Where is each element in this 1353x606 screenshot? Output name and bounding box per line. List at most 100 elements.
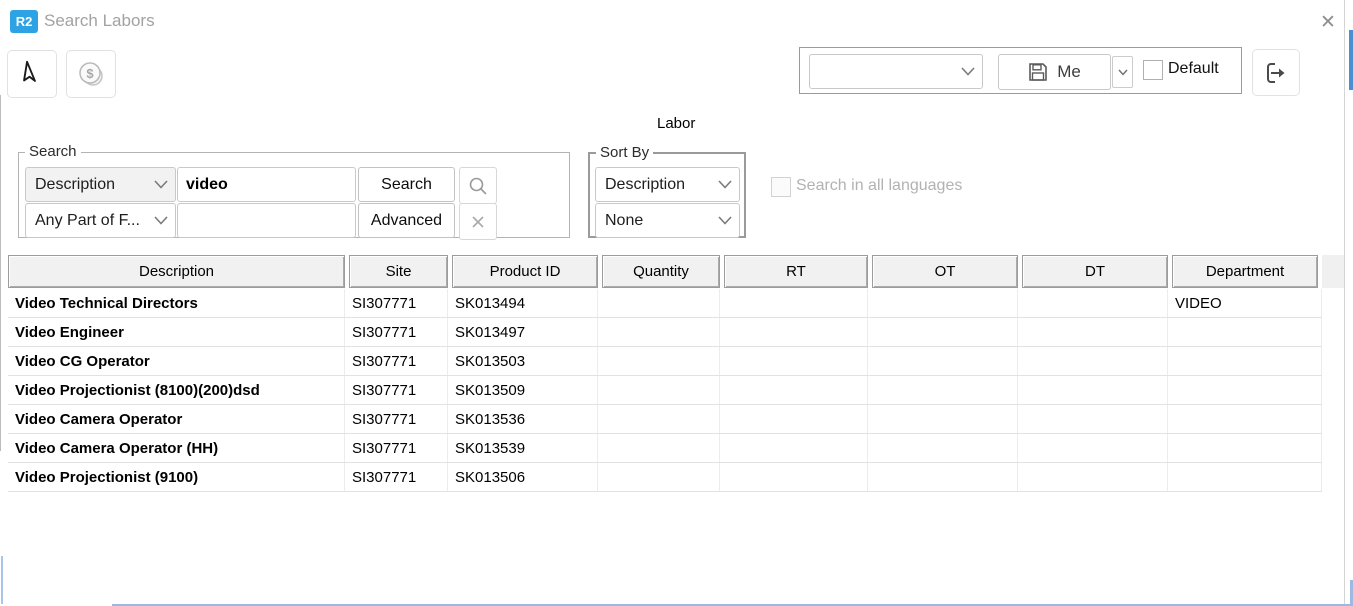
advanced-button[interactable]: Advanced [358,203,455,238]
cell-rt [720,376,868,404]
search-field-combo-value: Description [35,176,115,194]
table-row[interactable]: Video EngineerSI307771SK013497 [8,318,1322,347]
cell-product-id: SK013494 [448,289,598,317]
cell-description: Video Projectionist (8100)(200)dsd [8,376,345,404]
close-icon[interactable]: ✕ [1316,10,1340,34]
secondary-sort-combo[interactable]: None [595,203,740,238]
cell-rt [720,463,868,491]
cell-ot [868,376,1018,404]
cell-ot [868,347,1018,375]
search-input[interactable] [177,167,356,202]
sortby-groupbox-label: Sort By [596,144,653,161]
cell-site: SI307771 [345,463,448,491]
background-window-edge [1349,30,1353,90]
cell-site: SI307771 [345,318,448,346]
labor-table: Video Technical DirectorsSI307771SK01349… [8,289,1322,492]
column-header-quantity[interactable]: Quantity [602,255,720,288]
primary-sort-combo[interactable]: Description [595,167,740,202]
column-header-rt[interactable]: RT [724,255,868,288]
search-button[interactable]: Search [358,167,455,202]
background-window-edge [1,556,3,604]
cell-department: VIDEO [1168,289,1322,317]
x-icon [471,215,485,229]
secondary-sort-combo-value: None [605,212,643,230]
find-button[interactable] [459,167,497,204]
column-header-department[interactable]: Department [1172,255,1318,288]
table-row[interactable]: Video Projectionist (8100)(200)dsdSI3077… [8,376,1322,405]
cell-department [1168,463,1322,491]
floppy-disk-icon [1028,62,1048,82]
table-header-filler [1322,255,1344,288]
chevron-down-icon [718,216,732,225]
chevron-down-icon [718,180,732,189]
table-row[interactable]: Video Camera Operator (HH)SI307771SK0135… [8,434,1322,463]
chevron-down-icon [1118,69,1128,76]
labor-table-header: DescriptionSiteProduct IDQuantityRTOTDTD… [8,255,1318,288]
cell-department [1168,405,1322,433]
search-labors-window: R2 Search Labors ✕ $ [0,0,1353,606]
cell-product-id: SK013503 [448,347,598,375]
search-groupbox-label: Search [25,143,81,160]
column-header-product-id[interactable]: Product ID [452,255,598,288]
search-match-combo-value: Any Part of F... [35,212,140,230]
window-title: Search Labors [44,11,155,31]
table-row[interactable]: Video Technical DirectorsSI307771SK01349… [8,289,1322,318]
cell-description: Video CG Operator [8,347,345,375]
cell-product-id: SK013506 [448,463,598,491]
all-languages-checkbox-label: Search in all languages [796,177,962,195]
cell-product-id: SK013509 [448,376,598,404]
cell-description: Video Camera Operator (HH) [8,434,345,462]
cell-description: Video Engineer [8,318,345,346]
table-row[interactable]: Video Camera OperatorSI307771SK013536 [8,405,1322,434]
cell-rt [720,434,868,462]
cell-department [1168,347,1322,375]
column-header-site[interactable]: Site [349,255,448,288]
cell-quantity [598,434,720,462]
cell-ot [868,434,1018,462]
rates-tool-button[interactable]: $ [66,50,116,98]
exit-button[interactable] [1252,49,1300,96]
search-match-combo[interactable]: Any Part of F... [25,203,176,238]
cell-dt [1018,347,1168,375]
window-left-border [0,95,1,451]
chevron-down-icon [154,180,168,189]
table-row[interactable]: Video CG OperatorSI307771SK013503 [8,347,1322,376]
column-header-description[interactable]: Description [8,255,345,288]
cell-ot [868,289,1018,317]
cell-dt [1018,376,1168,404]
pointer-tool-button[interactable] [7,50,57,98]
column-header-dt[interactable]: DT [1022,255,1168,288]
save-view-button[interactable]: Me [998,54,1111,90]
cell-rt [720,347,868,375]
cell-rt [720,318,868,346]
pointer-cursor-icon [18,60,46,88]
cell-dt [1018,405,1168,433]
magnifier-icon [468,176,488,196]
all-languages-checkbox[interactable] [771,177,791,197]
default-checkbox-label: Default [1168,60,1219,78]
column-header-ot[interactable]: OT [872,255,1018,288]
clear-button[interactable] [459,203,497,240]
cell-description: Video Camera Operator [8,405,345,433]
cell-site: SI307771 [345,405,448,433]
cell-quantity [598,376,720,404]
search-field-combo[interactable]: Description [25,167,176,202]
cell-quantity [598,289,720,317]
section-label: Labor [657,115,695,132]
window-right-border [1344,0,1345,606]
table-row[interactable]: Video Projectionist (9100)SI307771SK0135… [8,463,1322,492]
save-view-dropdown-button[interactable] [1112,56,1133,88]
secondary-search-input[interactable] [177,203,356,238]
cell-dt [1018,289,1168,317]
cell-ot [868,463,1018,491]
cell-quantity [598,405,720,433]
cell-site: SI307771 [345,289,448,317]
svg-text:$: $ [86,66,94,81]
cell-department [1168,434,1322,462]
saved-view-combo[interactable] [809,54,983,89]
cell-dt [1018,463,1168,491]
chevron-down-icon [961,67,975,76]
cell-dt [1018,434,1168,462]
default-checkbox[interactable] [1143,60,1163,80]
cell-product-id: SK013536 [448,405,598,433]
